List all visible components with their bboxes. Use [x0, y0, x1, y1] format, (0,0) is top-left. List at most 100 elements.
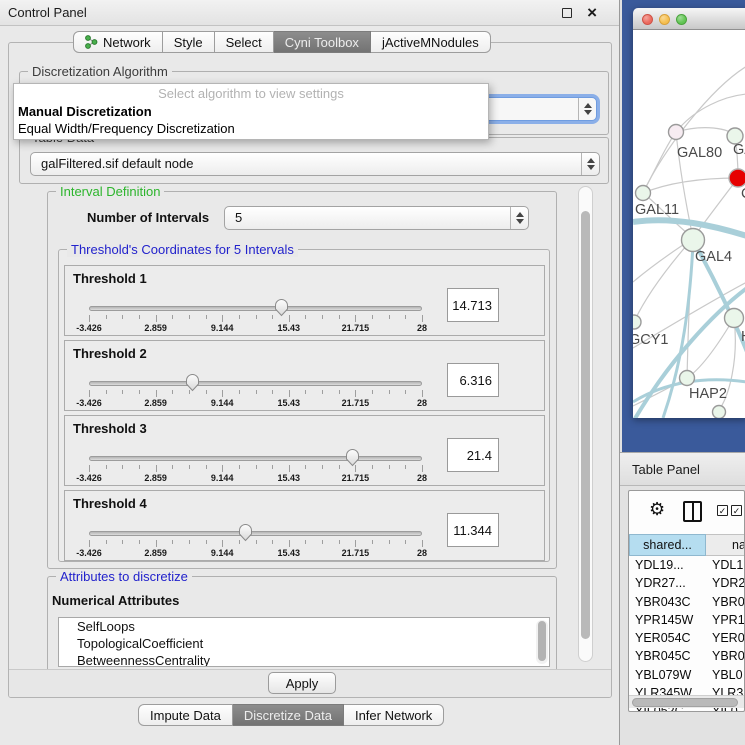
table-cell: YBR0	[706, 647, 745, 665]
table-cell: YBR043C	[629, 593, 706, 611]
slider-handle[interactable]	[238, 523, 253, 542]
tab-select[interactable]: Select	[215, 31, 274, 53]
split-column-icon[interactable]	[683, 501, 702, 522]
table-row[interactable]: YER054CYER0	[629, 629, 745, 647]
node-hap2[interactable]	[680, 371, 695, 386]
tab-infer-network[interactable]: Infer Network	[344, 704, 444, 726]
node-gcy1[interactable]	[633, 315, 641, 329]
gear-icon[interactable]: ⚙	[649, 499, 665, 520]
node-label-gal4: GAL4	[695, 249, 732, 265]
node-label-hap2: HAP2	[689, 386, 727, 402]
tick-mark	[272, 465, 273, 469]
tick-mark	[139, 540, 140, 544]
algorithm-popup-item[interactable]: Manual Discretization	[14, 103, 488, 120]
slider-handle[interactable]	[185, 373, 200, 392]
slider-track[interactable]	[89, 381, 422, 386]
slider-track[interactable]	[89, 456, 422, 461]
thresholds-title: Threshold's Coordinates for 5 Intervals	[67, 242, 298, 257]
threshold-panel-1: Threshold 1-3.4262.8599.14415.4321.71528	[64, 265, 545, 336]
network-canvas[interactable]: GAL80GACGAL11GAL4GCY1HHAP2	[633, 30, 745, 418]
tab-style[interactable]: Style	[163, 31, 215, 53]
table-scroll-thumb[interactable]	[632, 698, 738, 707]
combo-stepper-icon	[581, 153, 599, 175]
node-h[interactable]	[725, 309, 744, 328]
close-panel-icon[interactable]: ×	[587, 1, 597, 25]
checkbox-icon[interactable]: ✓	[731, 505, 742, 516]
column-header-shared-name[interactable]: shared...	[629, 534, 706, 556]
tick-mark	[256, 465, 257, 469]
tick-mark	[355, 540, 356, 547]
tab-network[interactable]: Network	[73, 31, 163, 53]
tick-mark	[189, 540, 190, 544]
slider-handle[interactable]	[274, 298, 289, 317]
table-data-combo[interactable]: galFiltered.sif default node	[30, 152, 600, 176]
checkbox-icon[interactable]: ✓	[717, 505, 728, 516]
table-row[interactable]: YDL19...YDL1	[629, 556, 745, 574]
algorithm-popup-item[interactable]: Equal Width/Frequency Discretization	[14, 120, 488, 137]
tab-label: jActiveMNodules	[382, 35, 479, 50]
tick-mark	[156, 390, 157, 397]
table-row[interactable]: YBR045CYBR0	[629, 647, 745, 665]
tab-discretize-data[interactable]: Discretize Data	[233, 704, 344, 726]
threshold-1-value-input[interactable]	[447, 288, 499, 322]
network-graph: GAL80GACGAL11GAL4GCY1HHAP2	[633, 30, 745, 418]
numerical-attributes-list[interactable]: SelfLoopsTopologicalCoefficientBetweenne…	[58, 617, 550, 667]
tick-mark	[405, 315, 406, 319]
tick-mark	[289, 315, 290, 322]
zoom-light[interactable]	[676, 14, 687, 25]
table-cell: YDR27...	[629, 574, 706, 592]
threshold-label: Threshold 1	[73, 271, 147, 286]
table-row[interactable]: YBR043CYBR0	[629, 593, 745, 611]
threshold-4-value-input[interactable]	[447, 513, 499, 547]
attribute-item-selfloops[interactable]: SelfLoops	[59, 618, 549, 635]
node-bottom[interactable]	[713, 406, 726, 419]
tick-mark	[355, 390, 356, 397]
slider-track[interactable]	[89, 531, 422, 536]
tab-label: Select	[226, 35, 262, 50]
minimize-light[interactable]	[659, 14, 670, 25]
table-panel-title: Table Panel	[632, 453, 700, 486]
tick-mark	[322, 315, 323, 319]
node-label-ga: GA	[733, 142, 745, 158]
apply-button[interactable]: Apply	[268, 672, 336, 694]
table-row[interactable]: YDR27...YDR2	[629, 574, 745, 592]
tick-mark	[89, 540, 90, 547]
threshold-2-value-input[interactable]	[447, 363, 499, 397]
tick-mark	[206, 465, 207, 469]
node-gal80[interactable]	[669, 125, 684, 140]
tab-impute-data[interactable]: Impute Data	[138, 704, 233, 726]
tick-mark	[189, 315, 190, 319]
table-row[interactable]: YBL079WYBL0	[629, 666, 745, 684]
settings-scroll-thumb[interactable]	[581, 211, 590, 639]
table-horizontal-scrollbar	[629, 695, 744, 708]
network-edge	[643, 178, 738, 193]
tick-mark	[272, 540, 273, 544]
network-window-titlebar[interactable]	[633, 8, 745, 30]
close-light[interactable]	[642, 14, 653, 25]
number-of-intervals-combo[interactable]: 5	[224, 206, 529, 230]
tick-mark	[372, 315, 373, 319]
tab-jactivemnodules[interactable]: jActiveMNodules	[371, 31, 491, 53]
attribute-list-scroll-thumb[interactable]	[538, 621, 546, 661]
algorithm-popup-hint: Select algorithm to view settings	[14, 84, 488, 103]
float-panel-icon[interactable]	[562, 8, 572, 18]
slider-handle[interactable]	[345, 448, 360, 467]
node-red[interactable]	[729, 169, 745, 187]
tab-cyni-toolbox[interactable]: Cyni Toolbox	[274, 31, 371, 53]
attribute-item-topologicalcoefficient[interactable]: TopologicalCoefficient	[59, 635, 549, 652]
tick-mark	[322, 390, 323, 394]
tick-mark	[372, 540, 373, 544]
node-gal11[interactable]	[636, 186, 651, 201]
slider-track[interactable]	[89, 306, 422, 311]
tick-mark	[89, 465, 90, 472]
control-panel: Control Panel × NetworkStyleSelectCyni T…	[0, 0, 620, 745]
tick-label: 15.43	[278, 548, 301, 558]
tick-mark	[222, 540, 223, 547]
network-view-window[interactable]: GAL80GACGAL11GAL4GCY1HHAP2	[633, 8, 745, 418]
threshold-3-value-input[interactable]	[447, 438, 499, 472]
table-row[interactable]: YPR145WYPR1	[629, 611, 745, 629]
attribute-item-betweennesscentrality[interactable]: BetweennessCentrality	[59, 652, 549, 667]
table-cell: YER0	[706, 629, 745, 647]
tick-mark	[322, 540, 323, 544]
column-header-name[interactable]: na	[706, 534, 745, 556]
